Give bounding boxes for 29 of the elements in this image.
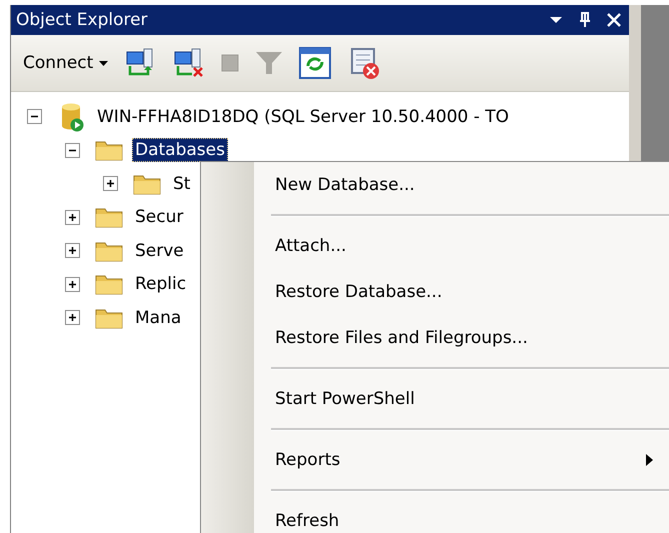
- menu-item[interactable]: Attach...: [201, 223, 669, 269]
- expand-icon[interactable]: [65, 243, 80, 258]
- tree-item[interactable]: Serve: [132, 238, 187, 263]
- collapse-icon[interactable]: [65, 142, 80, 158]
- tree-item[interactable]: Databases: [132, 138, 228, 162]
- menu-item[interactable]: Restore Database...: [201, 269, 669, 315]
- expand-icon[interactable]: [103, 176, 118, 192]
- menu-item[interactable]: Restore Files and Filegroups...: [201, 315, 669, 361]
- panel-title: Object Explorer: [16, 10, 148, 30]
- close-icon[interactable]: [607, 13, 621, 27]
- connect-button[interactable]: Connect: [21, 51, 110, 75]
- expand-icon[interactable]: [65, 310, 80, 326]
- dropdown-icon[interactable]: [549, 16, 563, 24]
- menu-item[interactable]: Start PowerShell: [201, 376, 669, 422]
- submenu-arrow-icon: [646, 454, 653, 466]
- expand-icon[interactable]: [65, 210, 80, 225]
- tree-item[interactable]: St: [170, 172, 194, 196]
- tree-item[interactable]: Mana: [132, 306, 184, 330]
- menu-item[interactable]: New Database...: [201, 162, 669, 208]
- menu-item[interactable]: Reports: [201, 437, 669, 483]
- caret-icon: [99, 60, 108, 66]
- tree-item[interactable]: Secur: [132, 205, 186, 230]
- expand-icon[interactable]: [65, 276, 80, 292]
- collapse-icon[interactable]: [27, 109, 42, 124]
- tree-item[interactable]: Replic: [132, 272, 190, 296]
- refresh-icon[interactable]: [298, 46, 332, 80]
- pin-icon[interactable]: [579, 12, 591, 28]
- menu-item[interactable]: Refresh: [201, 498, 669, 533]
- tree-item[interactable]: WIN-FFHA8ID18DQ (SQL Server 10.50.4000 - TO: [94, 104, 512, 129]
